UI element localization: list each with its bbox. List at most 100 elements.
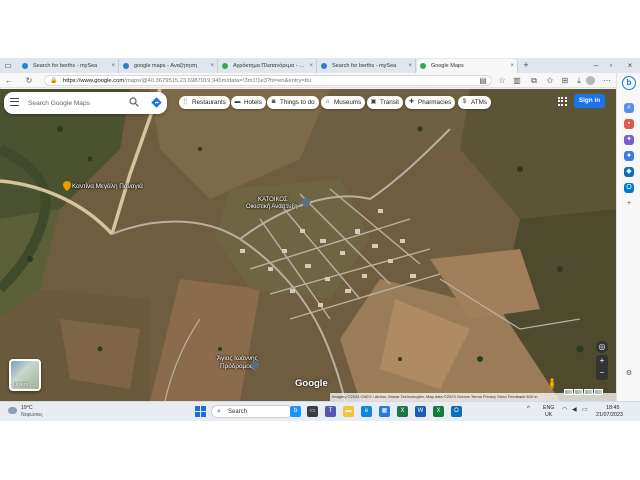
close-tab-icon[interactable]: × (210, 59, 214, 73)
show-hidden-icons[interactable]: ^ (527, 406, 530, 412)
profile-avatar[interactable] (586, 76, 595, 85)
battery-icon[interactable]: ▭ (582, 406, 588, 413)
excel-icon[interactable]: X (397, 406, 408, 417)
chip-atms[interactable]: $ ATMs (458, 96, 491, 109)
chip-restaurants[interactable]: 🍴 Restaurants (179, 96, 230, 109)
tab-title: Google Maps (431, 63, 464, 69)
shopping-icon[interactable]: ▪ (624, 119, 634, 129)
place-label-prodromos[interactable]: Πρόδρομος (220, 363, 253, 370)
language-indicator[interactable]: ENG (543, 405, 554, 411)
keyboard-layout[interactable]: UK (545, 412, 552, 418)
layers-button[interactable]: Layers (9, 359, 41, 391)
collections-icon[interactable]: ⊞ (560, 75, 570, 86)
favorite-star-icon[interactable]: ☆ (497, 75, 507, 86)
edge-taskbar-icon[interactable]: e (361, 406, 372, 417)
tab-bing-search[interactable]: google maps - Αναζήτηση × (120, 59, 218, 73)
clock-time[interactable]: 18:45 (606, 405, 620, 411)
teams-icon[interactable]: T (325, 406, 336, 417)
chip-transit[interactable]: ▣ Transit (367, 96, 404, 109)
google-apps-icon[interactable] (558, 97, 567, 106)
minimize-icon[interactable]: – (590, 58, 602, 73)
satellite-map[interactable]: 🍴Restaurants ▬Hotels ◙ Things to do ⌂ Muse… (0, 89, 616, 401)
chip-museums[interactable]: ⌂ Museums (321, 96, 366, 109)
imagery-thumb[interactable] (594, 389, 603, 395)
search-icon[interactable] (129, 97, 139, 107)
place-label-katoikos[interactable]: ΚΑΤΟΙΚΟΣ (258, 197, 288, 204)
cloud-icon (8, 407, 17, 414)
maximize-icon[interactable]: ▫ (605, 58, 617, 73)
taskbar-search-box[interactable]: ⌕ Search (211, 405, 293, 418)
search-sidebar-icon[interactable]: ⌕ (624, 103, 634, 113)
close-tab-icon[interactable]: × (309, 59, 313, 73)
tab-maps-farm[interactable]: Αγρόκτημα Πλατανόρεμα - Χάρτ × (219, 59, 317, 73)
task-view-icon[interactable]: ▭ (307, 406, 318, 417)
copilot-taskbar-icon[interactable]: b (290, 406, 301, 417)
zoom-out-icon[interactable]: − (596, 367, 608, 379)
imagery-thumb[interactable] (574, 389, 583, 395)
navigation-bar: ← ↻ 🔒 https://www.google.com/maps/@40.36… (0, 73, 640, 88)
file-explorer-icon[interactable]: ▬ (343, 406, 354, 417)
imagery-thumb[interactable] (584, 389, 593, 395)
workspaces-icon[interactable]: ▭ (2, 58, 14, 73)
place-pin-icon[interactable] (302, 198, 310, 208)
tab-google-maps[interactable]: Google Maps × (417, 59, 518, 73)
back-icon[interactable]: ← (4, 75, 14, 86)
sidebar-settings-icon[interactable]: ⚙ (624, 369, 634, 379)
new-tab-icon[interactable]: + (520, 59, 532, 72)
imagery-thumb[interactable] (564, 389, 573, 395)
close-tab-icon[interactable]: × (408, 59, 412, 73)
imagery-thumbnails[interactable] (564, 382, 608, 395)
directions-icon[interactable] (151, 97, 162, 108)
place-pin-icon[interactable] (63, 181, 71, 191)
place-label-kantina[interactable]: Καντίνα Μεγάλη Παναγιά (72, 183, 143, 190)
sign-in-button[interactable]: Sign in (574, 94, 605, 108)
office-icon[interactable]: ◆ (624, 167, 634, 177)
add-sidebar-app-icon[interactable]: + (624, 199, 634, 209)
my-location-icon[interactable]: ◎ (596, 341, 608, 353)
tools-icon[interactable]: ✦ (624, 135, 634, 145)
more-options-icon[interactable]: ⋯ (602, 75, 612, 86)
search-input[interactable] (28, 97, 124, 109)
weather-description[interactable]: Νεφώσεις (21, 412, 43, 418)
zoom-in-icon[interactable]: + (596, 355, 608, 367)
atm-icon: $ (462, 99, 467, 105)
train-icon: ▣ (370, 99, 377, 105)
reader-icon[interactable]: ▤ (478, 75, 488, 86)
chip-label: Pharmacies (418, 99, 452, 106)
close-tab-icon[interactable]: × (510, 59, 514, 73)
word-icon[interactable]: W (415, 406, 426, 417)
tab-mysea-2[interactable]: Search for berths - mySea × (318, 59, 416, 73)
pegman-icon[interactable] (549, 378, 555, 389)
tab-mysea-1[interactable]: Search for berths - mySea × (19, 59, 119, 73)
place-label-oikistiki[interactable]: Οικιστική Αναπτυξη (246, 204, 298, 211)
weather-temperature[interactable]: 19°C (21, 405, 33, 411)
place-pin-icon[interactable] (251, 361, 259, 371)
wifi-icon[interactable]: ◠ (562, 406, 567, 413)
tab-title: Search for berths - mySea (332, 63, 397, 69)
extensions-icon[interactable]: ⧉ (529, 75, 539, 86)
store-icon[interactable]: ▦ (379, 406, 390, 417)
address-bar[interactable]: 🔒 https://www.google.com/maps/@40.367951… (44, 75, 492, 86)
chip-label: Museums (334, 99, 362, 106)
search-box[interactable] (4, 92, 167, 114)
windows-start-icon[interactable] (195, 406, 206, 417)
volume-icon[interactable]: ◀ (572, 406, 577, 413)
outlook-icon[interactable]: O (624, 183, 634, 193)
outlook-taskbar-icon[interactable]: O (451, 406, 462, 417)
tab-title: Αγρόκτημα Πλατανόρεμα - Χάρτ (233, 63, 312, 69)
downloads-icon[interactable]: ⤓ (574, 75, 584, 86)
clock-date[interactable]: 21/07/2023 (596, 412, 623, 418)
close-window-icon[interactable]: × (624, 58, 636, 73)
refresh-icon[interactable]: ↻ (24, 75, 34, 86)
split-screen-icon[interactable]: ▥ (512, 75, 522, 86)
chip-pharmacies[interactable]: ✚ Pharmacies (405, 96, 456, 109)
chip-hotels[interactable]: ▬ Hotels (231, 96, 266, 109)
excel-icon-2[interactable]: X (433, 406, 444, 417)
menu-icon[interactable] (10, 98, 19, 107)
chip-things-to-do[interactable]: ◙ Things to do (267, 96, 319, 109)
games-icon[interactable]: ● (624, 151, 634, 161)
close-tab-icon[interactable]: × (111, 59, 115, 73)
favorites-icon[interactable]: ✩ (545, 75, 555, 86)
copilot-icon[interactable]: b (622, 76, 636, 90)
chip-label: ATMs (471, 99, 487, 106)
